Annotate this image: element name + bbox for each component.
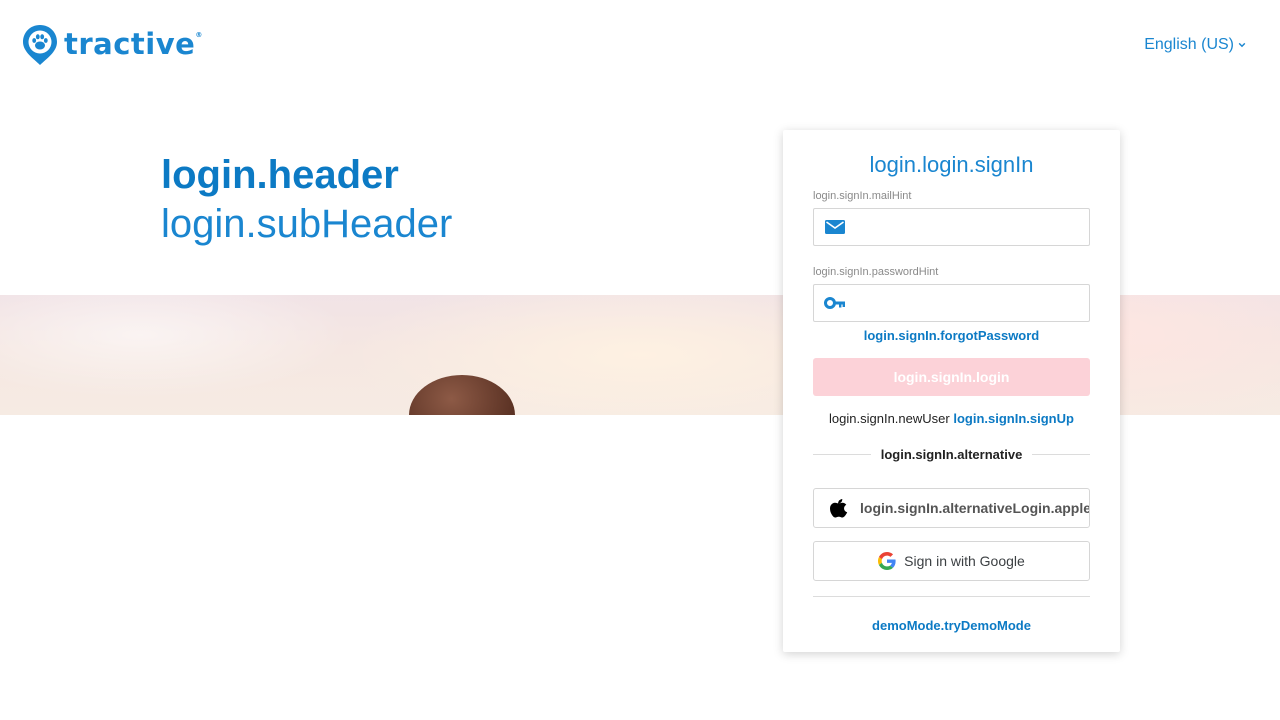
- divider-line-left: [813, 454, 871, 455]
- card-title: login.login.signIn: [869, 152, 1034, 177]
- google-g-icon: [878, 552, 896, 570]
- language-selector[interactable]: English (US): [1144, 36, 1246, 54]
- envelope-icon: [825, 220, 845, 234]
- email-input[interactable]: [854, 209, 1084, 245]
- forgot-password-row: login.signIn.forgotPassword: [783, 327, 1120, 345]
- divider-line-right: [1032, 454, 1091, 455]
- demo-row: demoMode.tryDemoMode: [783, 617, 1120, 635]
- alternative-divider: login.signIn.alternative: [813, 447, 1091, 462]
- email-field-wrapper: [813, 208, 1090, 246]
- login-button[interactable]: login.signIn.login: [813, 358, 1090, 396]
- email-label: login.signIn.mailHint: [813, 190, 912, 202]
- alternative-label: login.signIn.alternative: [880, 447, 1023, 462]
- forgot-password-link[interactable]: login.signIn.forgotPassword: [864, 328, 1040, 343]
- tractive-logo[interactable]: tractive®: [22, 24, 203, 66]
- chevron-down-icon: [1238, 42, 1246, 48]
- google-signin-button[interactable]: Sign in with Google: [813, 541, 1090, 581]
- login-card: login.login.signIn login.signIn.mailHint…: [783, 130, 1120, 652]
- google-signin-label: Sign in with Google: [904, 553, 1025, 569]
- paw-pin-icon: [23, 25, 57, 65]
- apple-icon: [830, 499, 848, 518]
- apple-signin-button[interactable]: login.signIn.alternativeLogin.apple: [813, 488, 1090, 528]
- new-user-row: login.signIn.newUser login.signIn.signUp: [783, 411, 1120, 426]
- password-input[interactable]: [854, 285, 1084, 321]
- password-field-wrapper: [813, 284, 1090, 322]
- password-label: login.signIn.passwordHint: [813, 266, 939, 278]
- page-subtitle: login.subHeader: [161, 202, 453, 246]
- person-head-photo: [409, 375, 515, 415]
- bottom-divider: [813, 596, 1090, 597]
- key-icon: [824, 297, 845, 309]
- new-user-text: login.signIn.newUser: [829, 411, 950, 426]
- registered-mark: ®: [195, 31, 203, 39]
- sign-up-link[interactable]: login.signIn.signUp: [953, 411, 1074, 426]
- logo-wordmark: tractive®: [64, 27, 203, 61]
- language-label: English (US): [1144, 36, 1234, 53]
- try-demo-link[interactable]: demoMode.tryDemoMode: [872, 618, 1031, 633]
- hero-heading: login.header login.subHeader: [161, 152, 452, 250]
- apple-signin-label: login.signIn.alternativeLogin.apple: [860, 500, 1090, 516]
- page-title: login.header: [161, 153, 399, 197]
